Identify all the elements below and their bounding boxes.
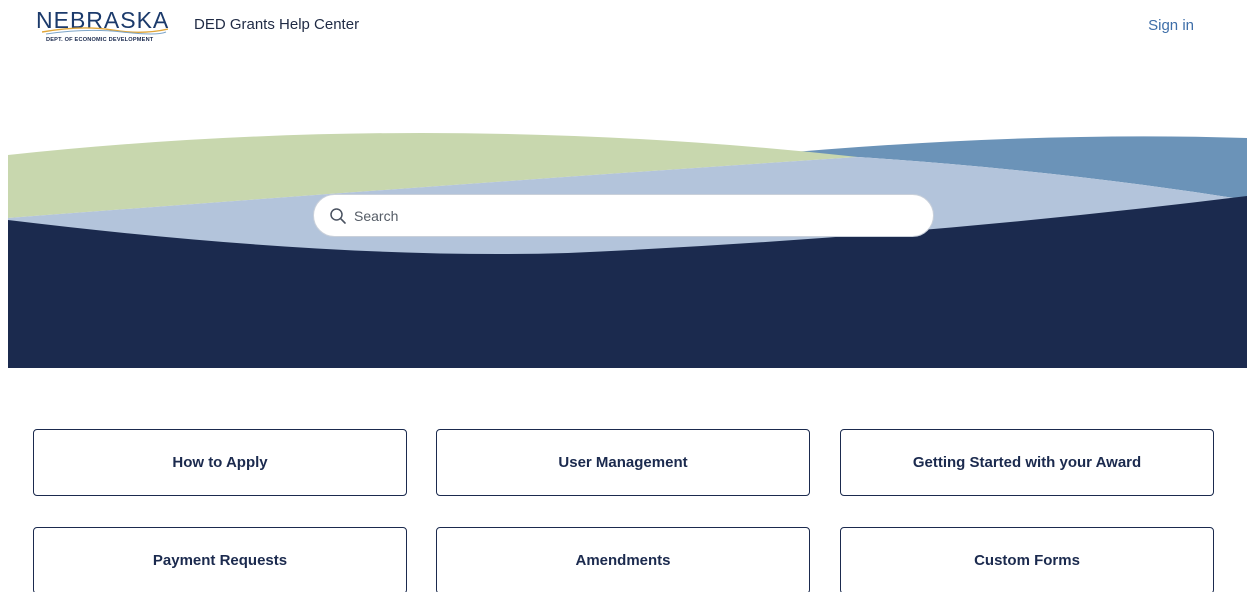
site-header: NEBRASKA DEPT. OF ECONOMIC DEVELOPMENT D… [0,0,1247,52]
logo-subtitle: DEPT. OF ECONOMIC DEVELOPMENT [46,37,154,43]
category-card-label: User Management [558,454,688,471]
category-card-payment-requests[interactable]: Payment Requests [33,527,407,592]
search-box [313,194,934,237]
search-icon [330,208,346,224]
nebraska-ded-logo[interactable]: NEBRASKA DEPT. OF ECONOMIC DEVELOPMENT [36,7,171,47]
category-card-how-to-apply[interactable]: How to Apply [33,429,407,496]
sign-in-link[interactable]: Sign in [1148,17,1194,34]
category-card-label: Amendments [575,552,671,569]
category-card-label: Custom Forms [974,552,1080,569]
logo-swoosh-icon [42,27,168,35]
site-title-link[interactable]: DED Grants Help Center [194,16,359,33]
category-card-getting-started[interactable]: Getting Started with your Award [840,429,1214,496]
category-card-label: How to Apply [172,454,268,471]
category-card-amendments[interactable]: Amendments [436,527,810,592]
category-card-label: Getting Started with your Award [912,454,1142,471]
hero-waves-graphic [8,132,1247,368]
category-card-label: Payment Requests [152,552,288,569]
category-card-custom-forms[interactable]: Custom Forms [840,527,1214,592]
hero-banner [8,110,1247,368]
category-card-user-management[interactable]: User Management [436,429,810,496]
search-input[interactable] [354,195,914,236]
